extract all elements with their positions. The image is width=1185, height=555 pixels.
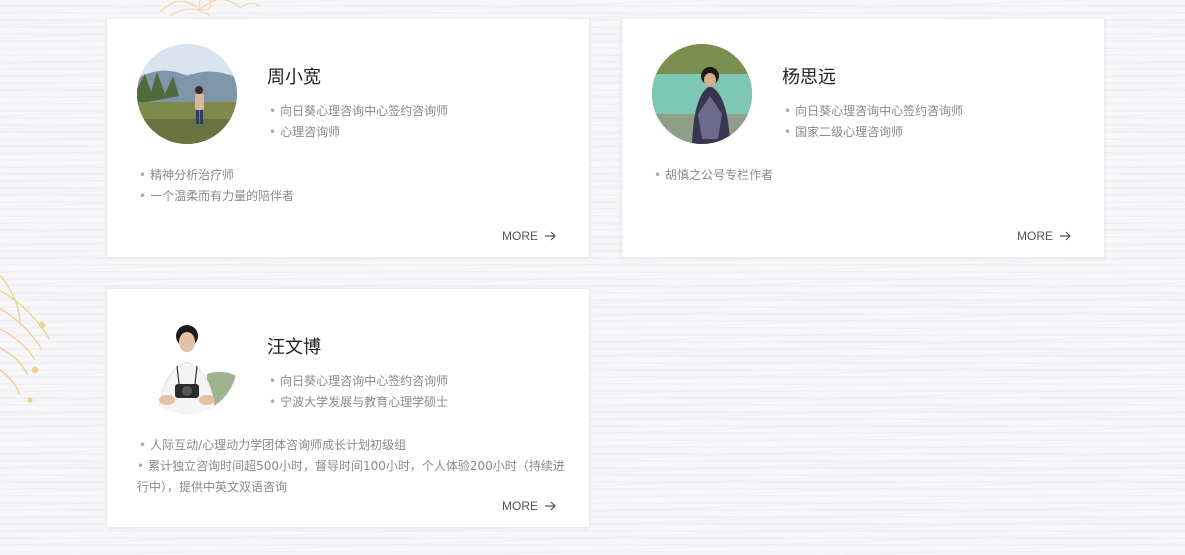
counselor-name: 周小宽 bbox=[267, 67, 321, 88]
description-item: 累计独立咨询时间超500小时，督导时间100小时，个人体验200小时（持续进行中… bbox=[137, 456, 567, 498]
counselor-photo-icon bbox=[652, 44, 752, 144]
credential-item: 宁波大学发展与教育心理学硕士 bbox=[269, 392, 448, 413]
more-label: MORE bbox=[502, 229, 538, 243]
counselor-photo-icon bbox=[137, 44, 237, 144]
credential-list: 向日葵心理咨询中心签约咨询师 心理咨询师 bbox=[269, 101, 448, 143]
credential-item: 国家二级心理咨询师 bbox=[784, 122, 963, 143]
description-item: 人际互动/心理动力学团体咨询师成长计划初级组 bbox=[139, 435, 567, 456]
counselor-photo-icon bbox=[137, 314, 237, 414]
counselor-card-2[interactable]: 杨思远 向日葵心理咨询中心签约咨询师 国家二级心理咨询师 胡慎之公号专栏作者 M… bbox=[621, 18, 1105, 258]
avatar bbox=[137, 44, 237, 144]
counselor-name: 杨思远 bbox=[782, 67, 836, 88]
arrow-right-icon bbox=[545, 501, 556, 511]
counselor-card-3[interactable]: 汪文博 向日葵心理咨询中心签约咨询师 宁波大学发展与教育心理学硕士 人际互动/心… bbox=[106, 288, 590, 528]
avatar bbox=[137, 314, 237, 414]
counselor-name: 汪文博 bbox=[267, 337, 321, 358]
avatar bbox=[652, 44, 752, 144]
credential-list: 向日葵心理咨询中心签约咨询师 宁波大学发展与教育心理学硕士 bbox=[269, 371, 448, 413]
more-link[interactable]: MORE bbox=[1017, 229, 1072, 243]
counselor-card-1[interactable]: 周小宽 向日葵心理咨询中心签约咨询师 心理咨询师 精神分析治疗师 一个温柔而有力… bbox=[106, 18, 590, 258]
credential-item: 向日葵心理咨询中心签约咨询师 bbox=[784, 101, 963, 122]
description-list: 人际互动/心理动力学团体咨询师成长计划初级组 累计独立咨询时间超500小时，督导… bbox=[137, 435, 567, 498]
more-link[interactable]: MORE bbox=[502, 229, 557, 243]
more-label: MORE bbox=[502, 499, 538, 513]
credential-item: 心理咨询师 bbox=[269, 122, 448, 143]
description-list: 胡慎之公号专栏作者 bbox=[654, 165, 1084, 186]
credential-item: 向日葵心理咨询中心签约咨询师 bbox=[269, 371, 448, 392]
description-item: 精神分析治疗师 bbox=[139, 165, 569, 186]
more-link[interactable]: MORE bbox=[502, 499, 557, 513]
arrow-right-icon bbox=[1060, 231, 1071, 241]
more-label: MORE bbox=[1017, 229, 1053, 243]
description-item: 一个温柔而有力量的陪伴者 bbox=[139, 186, 569, 207]
credential-item: 向日葵心理咨询中心签约咨询师 bbox=[269, 101, 448, 122]
description-item: 胡慎之公号专栏作者 bbox=[654, 165, 1084, 186]
description-list: 精神分析治疗师 一个温柔而有力量的陪伴者 bbox=[139, 165, 569, 207]
arrow-right-icon bbox=[545, 231, 556, 241]
leaf-decoration-icon bbox=[0, 274, 51, 403]
credential-list: 向日葵心理咨询中心签约咨询师 国家二级心理咨询师 bbox=[784, 101, 963, 143]
